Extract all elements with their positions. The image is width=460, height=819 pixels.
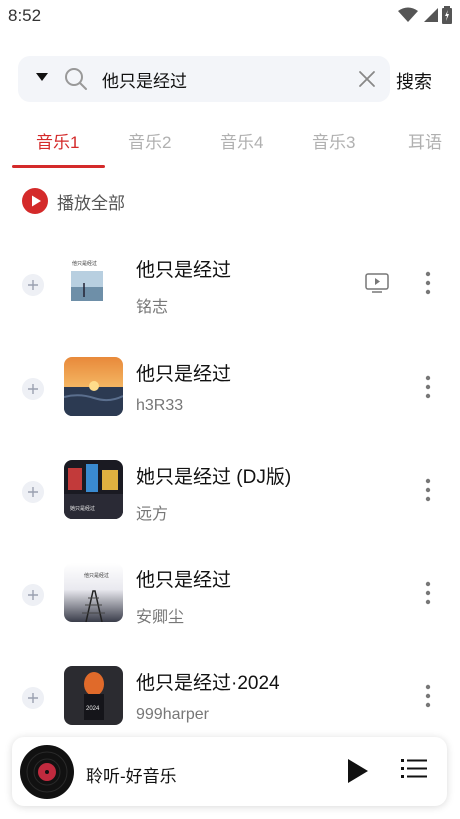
play-icon[interactable] bbox=[345, 757, 371, 785]
more-options-icon[interactable] bbox=[420, 682, 436, 710]
song-title: 她只是经过 (DJ版) bbox=[136, 467, 292, 488]
add-icon[interactable] bbox=[22, 274, 44, 296]
player-title: 聆听-好音乐 bbox=[86, 767, 177, 786]
song-title: 他只是经过 bbox=[136, 260, 232, 281]
song-item[interactable]: 他只是经过 h3R33 bbox=[0, 351, 460, 441]
tab-music-3[interactable]: 音乐3 bbox=[312, 128, 355, 153]
more-options-icon[interactable] bbox=[420, 579, 436, 607]
source-tabs: 音乐1 音乐2 音乐4 音乐3 耳语 bbox=[0, 118, 460, 170]
album-cover: 2024 bbox=[64, 666, 123, 725]
album-cover: 他只是经过 bbox=[64, 563, 123, 622]
song-item[interactable]: 他只是经过 他只是经过 铭志 bbox=[0, 247, 460, 337]
cover-text: 2024 bbox=[86, 706, 100, 712]
search-row: 搜索 bbox=[18, 56, 442, 102]
clear-icon[interactable] bbox=[358, 70, 376, 88]
battery-icon bbox=[442, 6, 452, 24]
search-button[interactable]: 搜索 bbox=[396, 68, 432, 94]
more-options-icon[interactable] bbox=[420, 269, 436, 297]
status-time: 8:52 bbox=[8, 6, 42, 25]
add-icon[interactable] bbox=[22, 481, 44, 503]
search-input[interactable] bbox=[102, 66, 348, 92]
song-item[interactable]: 他只是经过 他只是经过 安卿尘 bbox=[0, 557, 460, 647]
play-circle-icon bbox=[22, 188, 48, 214]
add-icon[interactable] bbox=[22, 584, 44, 606]
play-all-label: 播放全部 bbox=[57, 193, 125, 213]
more-options-icon[interactable] bbox=[420, 476, 436, 504]
song-artist: 远方 bbox=[136, 506, 169, 523]
status-bar: 8:52 bbox=[0, 0, 460, 32]
song-artist: 999harper bbox=[136, 706, 209, 723]
song-title: 他只是经过·2024 bbox=[136, 673, 280, 694]
playlist-icon[interactable] bbox=[401, 757, 427, 781]
mini-player[interactable]: 聆听-好音乐 bbox=[12, 737, 447, 806]
song-artist: h3R33 bbox=[136, 397, 184, 414]
mv-icon[interactable] bbox=[365, 273, 389, 293]
song-title: 他只是经过 bbox=[136, 364, 232, 385]
tab-whisper[interactable]: 耳语 bbox=[408, 128, 442, 153]
album-cover: 她只是经过 bbox=[64, 460, 123, 519]
song-artist: 安卿尘 bbox=[136, 609, 185, 626]
album-cover bbox=[64, 357, 123, 416]
add-icon[interactable] bbox=[22, 687, 44, 709]
play-all-button[interactable]: 播放全部 bbox=[22, 187, 125, 215]
vinyl-disc-icon bbox=[20, 745, 74, 799]
song-artist: 铭志 bbox=[136, 299, 169, 316]
cover-text: 他只是经过 bbox=[72, 260, 97, 267]
dropdown-arrow-icon[interactable] bbox=[36, 72, 48, 82]
cover-text: 她只是经过 bbox=[70, 505, 95, 512]
tab-music-1[interactable]: 音乐1 bbox=[36, 128, 79, 153]
song-item[interactable]: 她只是经过 她只是经过 (DJ版) 远方 bbox=[0, 454, 460, 544]
tab-music-4[interactable]: 音乐4 bbox=[220, 128, 263, 153]
tab-indicator bbox=[12, 165, 105, 168]
album-cover: 他只是经过 bbox=[64, 253, 123, 312]
more-options-icon[interactable] bbox=[420, 373, 436, 401]
add-icon[interactable] bbox=[22, 378, 44, 400]
wifi-icon bbox=[398, 7, 418, 22]
search-box bbox=[18, 56, 390, 102]
signal-icon bbox=[424, 8, 438, 22]
song-title: 他只是经过 bbox=[136, 570, 232, 591]
status-icons bbox=[398, 6, 452, 24]
search-icon bbox=[65, 68, 87, 90]
cover-text: 他只是经过 bbox=[84, 572, 109, 579]
tab-music-2[interactable]: 音乐2 bbox=[128, 128, 171, 153]
